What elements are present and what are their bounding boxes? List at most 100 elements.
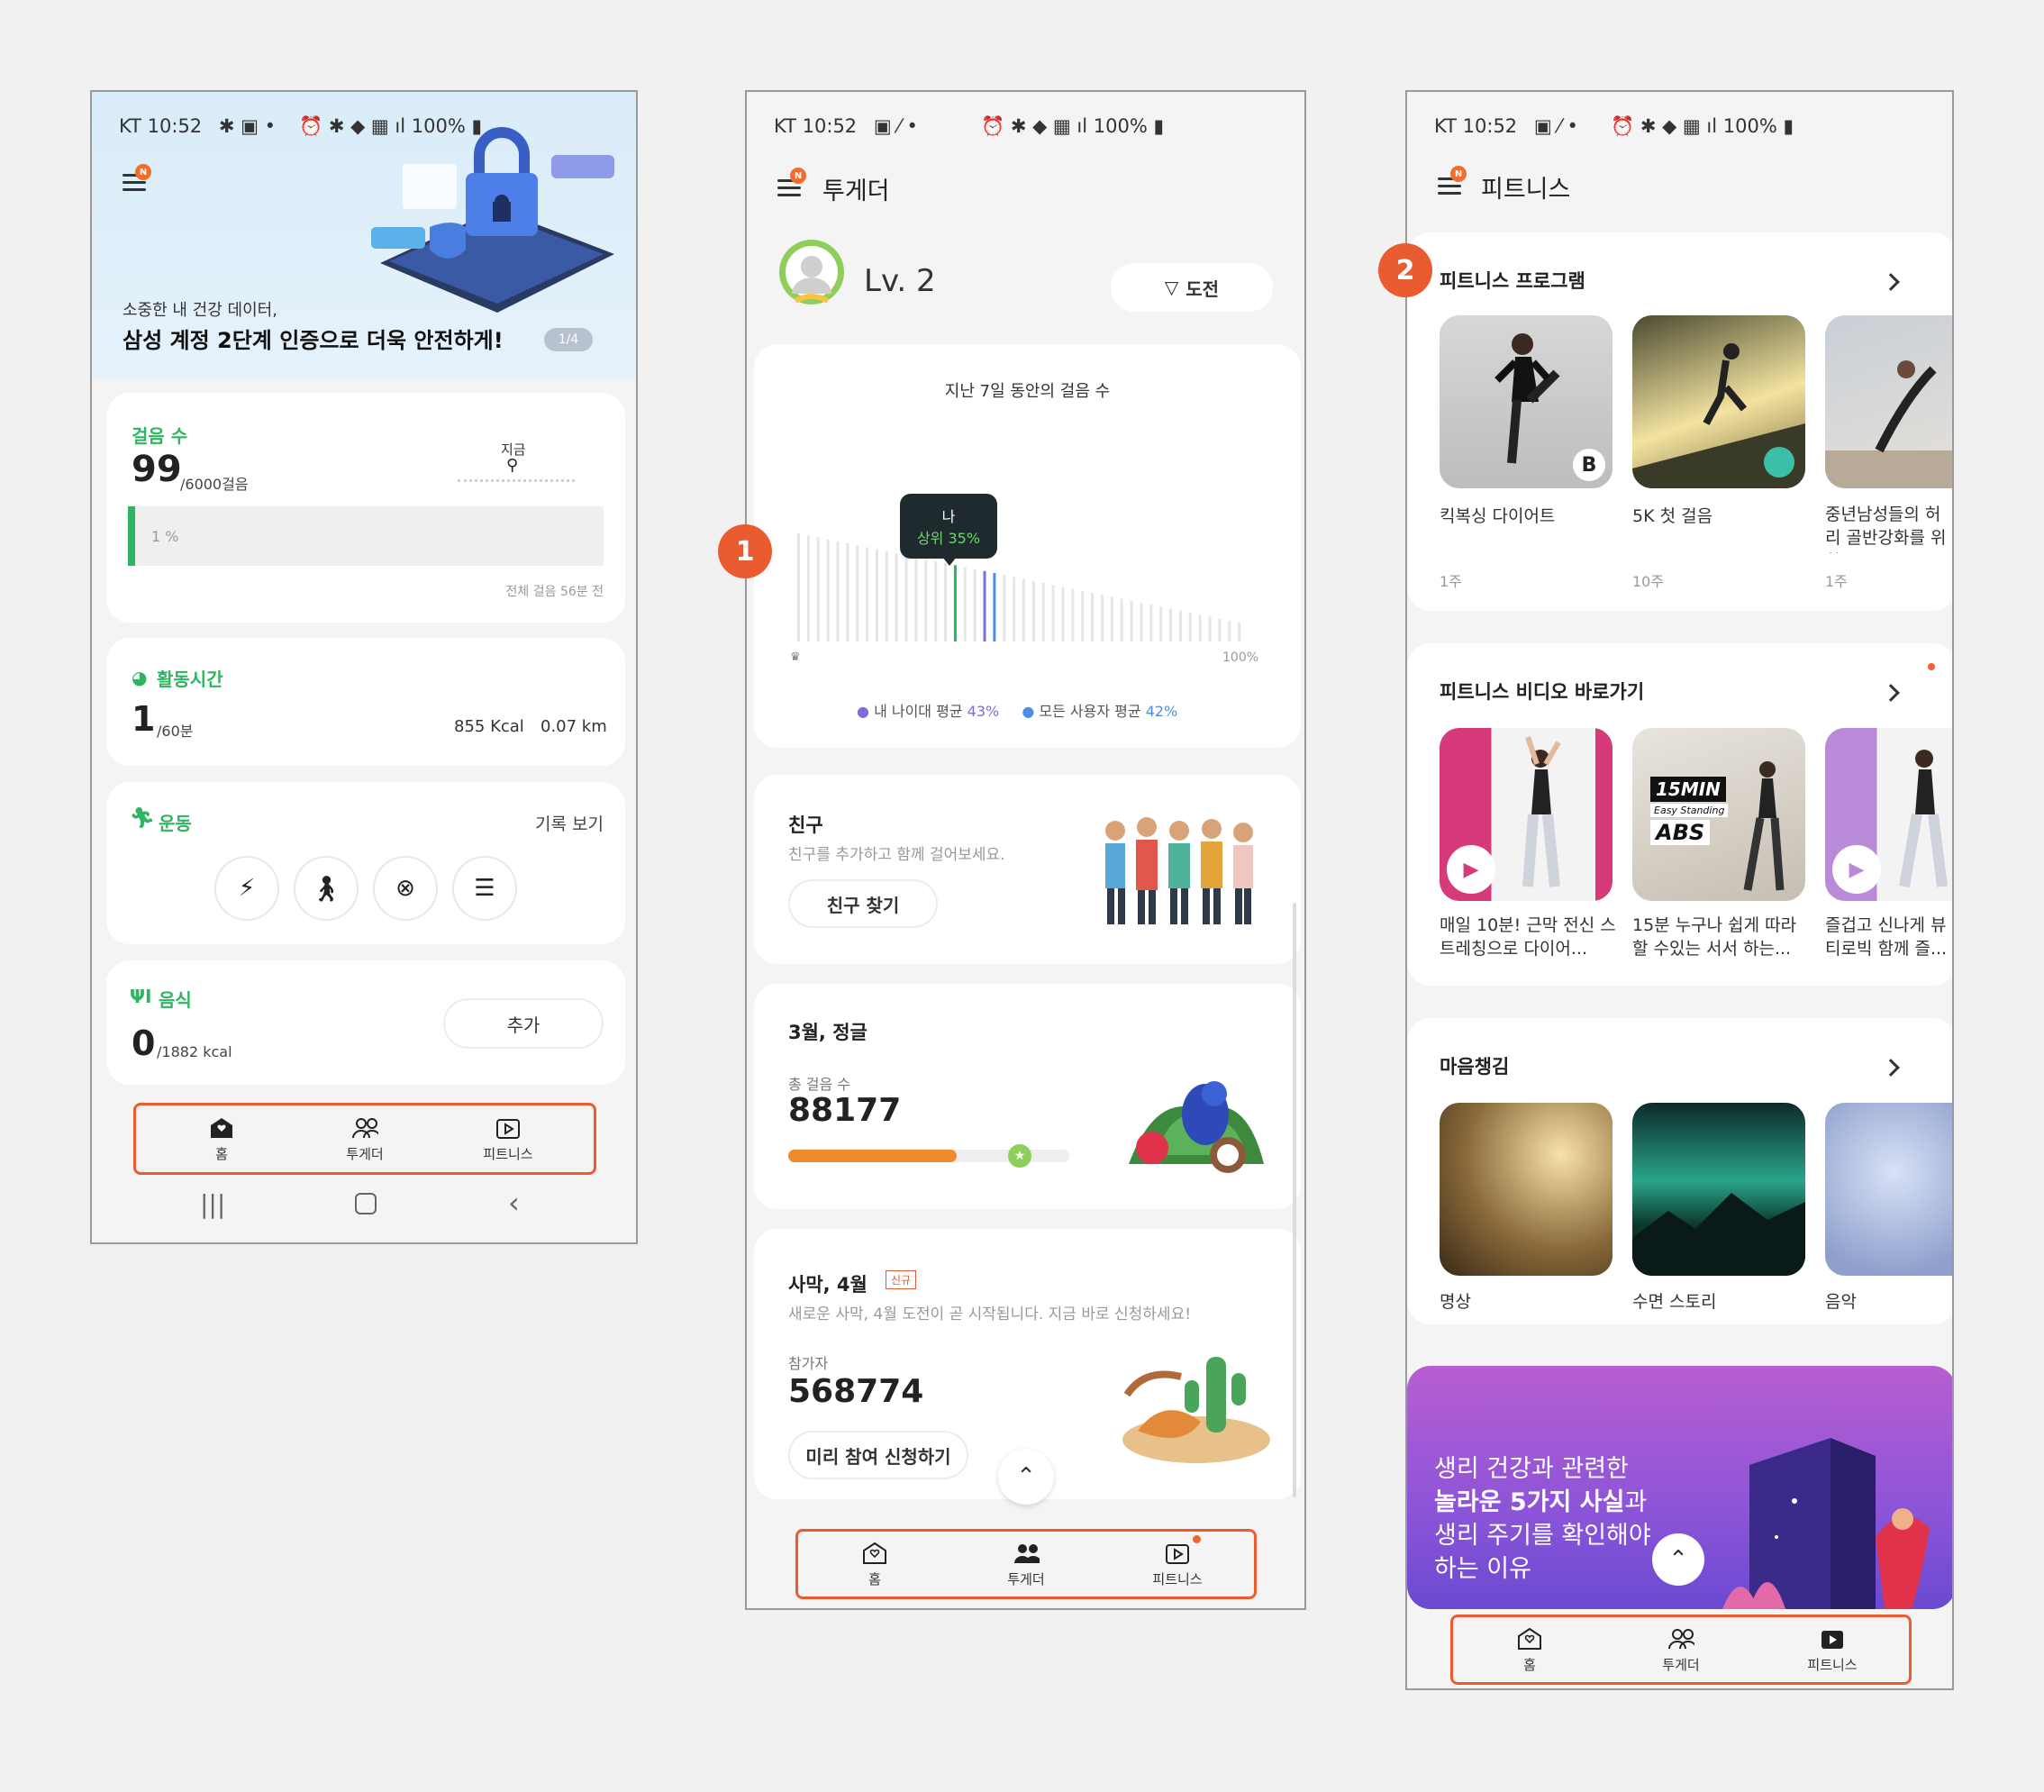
avatar[interactable] [777, 238, 846, 306]
location-pin-icon: ⚲ [506, 456, 519, 475]
legend-age-dot: ● [857, 703, 869, 720]
bike-button[interactable]: ⊗ [373, 856, 438, 921]
scroll-top-button[interactable]: ⌃ [998, 1449, 1054, 1505]
distribution-bar [846, 543, 849, 641]
exercise-card[interactable]: 🏃︎ 운동 기록 보기 ⚡︎ 🚶︎ ⊗ ☰ [106, 782, 625, 944]
nav-home[interactable]: 홈 [172, 1115, 271, 1163]
distribution-bar [1120, 598, 1123, 641]
distribution-bar [1140, 603, 1143, 641]
run-icon: ⚡︎ [238, 875, 256, 902]
legend-all-label: 모든 사용자 평균 [1039, 703, 1141, 720]
abs-woman-image [1743, 761, 1785, 891]
distribution-bar [993, 573, 996, 641]
scrollbar[interactable] [1293, 903, 1296, 1497]
activity-card[interactable]: ◕ 활동시간 1 /60분 855 Kcal 0.07 km [106, 638, 625, 766]
promo-text: 생리 건강과 관련한 놀라운 5가지 사실과 생리 주기를 확인해야 하는 이유 [1434, 1452, 1651, 1586]
recent-apps-button[interactable]: ||| [200, 1189, 225, 1219]
friends-card[interactable]: 친구 친구를 추가하고 함께 걸어보세요. 친구 찾기 [754, 775, 1301, 964]
distribution-bar [953, 565, 957, 641]
home-icon [208, 1115, 235, 1141]
program-thumb-core[interactable] [1825, 315, 1952, 488]
provider-badge: B [1573, 449, 1605, 481]
mind-thumb-sleep[interactable] [1632, 1103, 1805, 1276]
play-icon: ▶ [1832, 845, 1881, 894]
mind-item-name: 음악 [1825, 1292, 1857, 1312]
run-button[interactable]: ⚡︎ [214, 856, 279, 921]
march-jungle-card[interactable]: 3월, 정글 총 걸음 수 88177 ★ [754, 984, 1301, 1209]
video-thumb-aerobics[interactable]: ▶ [1825, 728, 1952, 901]
exercise-history-link[interactable]: 기록 보기 [535, 811, 604, 835]
chevron-right-icon[interactable] [1882, 1059, 1900, 1077]
status-icons: ✱ ▣ • [218, 115, 277, 137]
video-thumb-stretching[interactable]: ▶ [1440, 728, 1612, 901]
nav-fitness[interactable]: 피트니스 [459, 1115, 558, 1163]
distribution-bar [797, 533, 800, 641]
program-thumb-5k[interactable] [1632, 315, 1805, 488]
new-dot [1928, 663, 1935, 670]
people-icon [1013, 1541, 1040, 1566]
distribution-bar [875, 549, 878, 641]
mind-item-name: 명상 [1440, 1292, 1471, 1312]
participants-value: 568774 [788, 1373, 924, 1410]
pre-register-button[interactable]: 미리 참여 신청하기 [788, 1431, 968, 1479]
challenge-button[interactable]: ▽ 도전 [1111, 263, 1273, 312]
fitness-videos-card: 피트니스 비디오 바로가기 ▶ 15MIN Easy Standing ABS … [1407, 643, 1952, 986]
nav-together[interactable]: 투게더 [315, 1115, 414, 1163]
distribution-bar [1013, 577, 1016, 641]
food-add-button[interactable]: 추가 [443, 998, 604, 1049]
page-title: 투게더 [822, 177, 890, 205]
walk-button[interactable]: 🚶︎ [294, 856, 359, 921]
steps-distribution-chart [797, 533, 1241, 641]
legend-age-label: 내 나이대 평균 [874, 703, 963, 720]
find-friends-button[interactable]: 친구 찾기 [788, 879, 938, 928]
march-progress-fill [788, 1150, 958, 1162]
status-time: KT 10:52 [774, 115, 858, 137]
distribution-bar [895, 553, 898, 641]
mind-thumb-music[interactable] [1825, 1103, 1952, 1276]
bottom-nav: 홈 투게더 피트니스 [1450, 1615, 1912, 1685]
distribution-bar [1218, 618, 1222, 641]
program-duration: 10주 [1632, 573, 1665, 590]
nav-home[interactable]: 홈 [1480, 1626, 1579, 1674]
distribution-bar [826, 539, 830, 641]
status-time: KT 10:52 [119, 115, 203, 137]
march-title: 3월, 정글 [788, 1022, 868, 1043]
fitness-programs-card: 피트니스 프로그램 B 킥복싱 다이어트 5K 첫 걸음 중년남성들의 허리 골… [1407, 232, 1952, 611]
chevron-right-icon[interactable] [1882, 684, 1900, 702]
list-button[interactable]: ☰ [452, 856, 517, 921]
tooltip-pointer [942, 557, 957, 566]
nav-together[interactable]: 투게더 [1631, 1626, 1731, 1674]
aurora-image [1632, 1193, 1805, 1276]
activity-value: 1 [132, 699, 156, 739]
chevron-right-icon[interactable] [1882, 273, 1900, 291]
promo-line: 하는 이유 [1434, 1555, 1531, 1583]
banner-page-indicator: 1/4 [544, 328, 593, 351]
mind-thumb-meditation[interactable] [1440, 1103, 1612, 1276]
chart-title: 지난 7일 동안의 걸음 수 [944, 382, 1111, 401]
distribution-bar [1169, 608, 1173, 641]
distribution-bar [1022, 578, 1025, 641]
back-button[interactable]: ‹ [508, 1186, 520, 1220]
nav-home[interactable]: 홈 [825, 1541, 924, 1588]
food-card[interactable]: ΨΙ 음식 0 /1882 kcal 추가 [106, 960, 625, 1085]
nav-together[interactable]: 투게더 [977, 1541, 1076, 1588]
annotation-marker-1: 1 [718, 524, 772, 578]
video-thumb-abs[interactable]: 15MIN Easy Standing ABS [1632, 728, 1805, 901]
annotation-marker-2: 2 [1378, 243, 1432, 297]
scroll-top-button[interactable]: ⌃ [1652, 1533, 1704, 1586]
home-button[interactable] [355, 1193, 377, 1214]
steps-card[interactable]: 걸음 수 99 /6000걸음 지금 ⚲ 1 % 전체 걸음 56분 전 [106, 393, 625, 623]
status-icons: ▣ ⁄ • [1533, 115, 1578, 137]
legend-all-value: 42% [1145, 703, 1178, 720]
distribution-bar [963, 567, 967, 641]
program-thumb-kickboxing[interactable]: B [1440, 315, 1612, 488]
nav-fitness[interactable]: 피트니스 [1783, 1626, 1882, 1674]
nav-fitness[interactable]: 피트니스 [1128, 1534, 1227, 1588]
tooltip-rank: 상위 35% [916, 530, 981, 547]
distribution-bar [1031, 580, 1035, 641]
distribution-bar [806, 535, 810, 641]
distribution-bar [866, 547, 869, 641]
distribution-bar [1051, 585, 1055, 641]
distribution-bar [1198, 614, 1202, 641]
distribution-bar [973, 569, 977, 641]
